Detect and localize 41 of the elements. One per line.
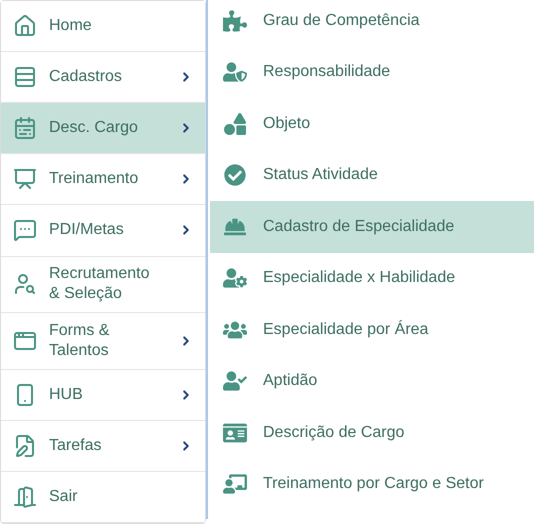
teacher-icon [223,473,247,496]
shapes-icon [223,112,247,135]
shield-user-icon [223,61,247,84]
chat-icon [13,218,37,242]
document-edit-icon [13,434,37,458]
submenu-label: Aptidão [263,371,318,392]
menu-item[interactable]: Desc. Cargo [1,103,205,154]
menu-label: Forms & Talentos [49,320,110,361]
presentation-icon [13,167,37,192]
users-icon [223,318,247,341]
submenu-label: Descrição de Cargo [263,422,404,443]
submenu-item[interactable]: Cadastro de Especialidade [210,201,534,252]
menu-item[interactable]: HUB [1,370,205,421]
user-gear-icon [223,267,247,290]
submenu-label: Status Atividade [263,165,378,186]
rows-icon [13,65,37,90]
menu-label: Home [49,16,93,36]
menu-label: Treinamento [49,169,140,190]
submenu-label: Especialidade por Área [263,319,428,340]
submenu-label: Cadastro de Especialidade [263,216,454,237]
submenu-label: Especialidade x Habilidade [263,268,456,288]
puzzle-icon [223,10,247,32]
submenu-label: Grau de Competência [263,10,420,31]
submenu-label: Objeto [263,114,310,134]
menu-item[interactable]: Home [1,1,205,52]
id-card-icon [223,422,247,444]
submenu-label: Treinamento por Cargo e Setor [263,474,484,494]
menu-label: Desc. Cargo [49,118,139,138]
home-icon [13,14,37,38]
menu-label: HUB [49,384,84,405]
menu-label: Cadastros [49,67,123,88]
menu-label: PDI/Metas [49,220,125,240]
door-icon [13,484,37,509]
menu-label: Recrutamento & Seleção [49,264,150,304]
menu-label: Sair [49,486,78,507]
menu-item[interactable]: Recrutamento & Seleção [1,256,205,314]
user-search-icon [13,272,37,296]
menu-label: Tarefas [49,436,102,456]
user-check-icon [223,370,247,392]
calendar-icon [13,116,37,140]
submenu-label: Responsabilidade [263,62,390,82]
